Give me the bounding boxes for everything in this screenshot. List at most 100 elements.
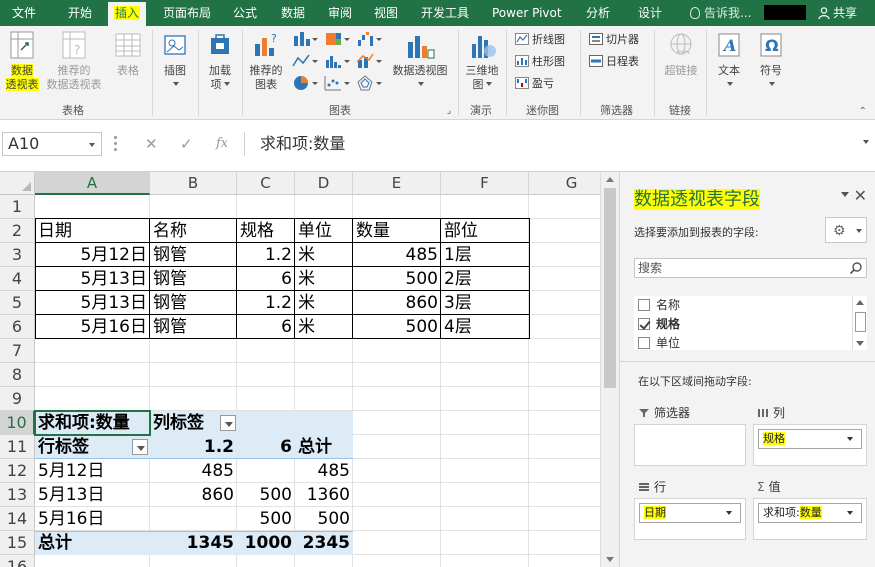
pivot-row[interactable]: 1360 [295,483,353,507]
column-header-f[interactable]: F [441,172,529,195]
field-item[interactable]: 单位 [638,334,680,350]
collapse-ribbon-icon[interactable]: ⌃ [859,106,867,117]
pane-options-icon[interactable] [841,192,849,197]
text-button[interactable]: A 文本 [712,30,746,92]
table-cell[interactable]: 2层 [441,267,529,291]
pivot-grand-total[interactable]: 总计 [35,531,150,555]
row-header-11[interactable]: 11 [0,435,35,459]
column-header-c[interactable]: C [237,172,295,195]
pivot-chart-button[interactable]: 数据透视图 [388,30,452,92]
table-cell[interactable]: 米 [295,315,353,339]
pivot-grand-total[interactable]: 1345 [150,531,237,555]
field-search-input[interactable]: 搜索 [634,258,867,278]
row-header-14[interactable]: 14 [0,507,35,531]
table-cell[interactable]: 5月13日 [35,291,150,315]
hyperlink-button[interactable]: 超链接 [660,30,702,78]
row-header-10[interactable]: 10 [0,411,35,435]
table-header-cell[interactable]: 日期 [35,219,150,243]
row-header-12[interactable]: 12 [0,459,35,483]
combo-chart-button[interactable] [354,52,384,74]
values-field-pill[interactable]: 求和项:数量 [758,503,862,523]
tab-page-layout[interactable]: 页面布局 [163,0,211,26]
pivot-row[interactable] [237,459,295,483]
pivot-column-value[interactable]: 6 [237,435,295,459]
pivot-row[interactable]: 5月12日 [35,459,150,483]
pivot-column-value[interactable]: 总计 [295,435,353,459]
columns-field-pill[interactable]: 规格 [758,429,862,449]
table-cell[interactable]: 860 [353,291,441,315]
tab-view[interactable]: 视图 [374,0,398,26]
tab-insert[interactable]: 插入 [108,2,147,26]
addins-button[interactable]: 加载项 [202,30,238,92]
illustrations-button[interactable]: 插图 [156,30,194,92]
pivot-row[interactable]: 500 [237,483,295,507]
tab-power-pivot[interactable]: Power Pivot [492,0,562,26]
row-header-7[interactable]: 7 [0,339,35,363]
tab-data[interactable]: 数据 [281,0,305,26]
pivot-row[interactable]: 485 [295,459,353,483]
row-header-9[interactable]: 9 [0,387,35,411]
recommended-pivot-button[interactable]: ? 推荐的 数据透视表 [42,30,106,92]
field-checkbox[interactable] [638,337,650,349]
columns-drop-area[interactable]: 规格 [753,424,867,466]
row-header-4[interactable]: 4 [0,267,35,291]
rows-drop-area[interactable]: 日期 [634,498,746,540]
name-box[interactable]: A10 [2,132,102,156]
table-cell[interactable]: 5月16日 [35,315,150,339]
rows-field-pill[interactable]: 日期 [639,503,741,523]
field-checkbox[interactable] [638,318,650,330]
row-header-8[interactable]: 8 [0,363,35,387]
table-cell[interactable]: 1.2 [237,243,295,267]
row-header-1[interactable]: 1 [0,195,35,219]
tab-analyze[interactable]: 分析 [586,0,610,26]
enter-icon[interactable]: ✓ [180,132,193,156]
field-item[interactable]: 规格 [638,315,680,333]
column-chart-button[interactable] [290,30,320,52]
row-header-5[interactable]: 5 [0,291,35,315]
table-cell[interactable]: 5月13日 [35,267,150,291]
3d-map-button[interactable]: 三维地图 [462,30,502,92]
expand-formula-bar-icon[interactable] [863,140,869,144]
scroll-up-icon[interactable] [606,177,614,182]
select-all-button[interactable] [0,172,35,195]
tab-design[interactable]: 设计 [638,0,662,26]
pivot-grand-total[interactable]: 2345 [295,531,353,555]
row-header-16[interactable]: 16 [0,555,35,567]
close-icon[interactable]: ✕ [854,186,867,205]
column-label-filter-button[interactable] [220,415,236,431]
scatter-chart-button[interactable] [322,74,352,96]
table-cell[interactable]: 钢管 [150,315,237,339]
row-header-6[interactable]: 6 [0,315,35,339]
scroll-down-icon[interactable] [606,557,614,562]
slicer-button[interactable]: 切片器 [589,31,639,49]
field-item[interactable]: 名称 [638,296,680,314]
column-header-a[interactable]: A [35,172,150,195]
pivot-column-value[interactable]: 1.2 [150,435,237,459]
row-header-13[interactable]: 13 [0,483,35,507]
tell-me-box[interactable]: 告诉我... [690,0,751,26]
drag-handle-icon[interactable] [114,134,118,154]
table-cell[interactable]: 5月12日 [35,243,150,267]
sparkline-column-button[interactable]: 柱形图 [515,53,565,71]
pivot-row[interactable]: 5月16日 [35,507,150,531]
cancel-icon[interactable]: ✕ [145,132,158,156]
pivot-grand-total[interactable]: 1000 [237,531,295,555]
scrollbar-thumb[interactable] [604,188,616,388]
pivot-row[interactable] [150,507,237,531]
column-header-d[interactable]: D [295,172,353,195]
symbol-button[interactable]: Ω 符号 [754,30,788,92]
table-cell[interactable]: 4层 [441,315,529,339]
table-cell[interactable]: 500 [353,267,441,291]
formula-input[interactable]: 求和项:数量 [260,132,345,156]
table-cell[interactable]: 钢管 [150,291,237,315]
table-cell[interactable]: 1.2 [237,291,295,315]
row-header-15[interactable]: 15 [0,531,35,555]
sparkline-line-button[interactable]: 折线图 [515,31,565,49]
table-cell[interactable]: 米 [295,243,353,267]
hierarchy-chart-button[interactable] [322,30,352,52]
field-checkbox[interactable] [638,299,650,311]
share-button[interactable]: 共享 [818,0,857,26]
filters-drop-area[interactable] [634,424,746,466]
table-button[interactable]: 表格 [108,30,148,78]
radar-chart-button[interactable] [354,74,384,96]
